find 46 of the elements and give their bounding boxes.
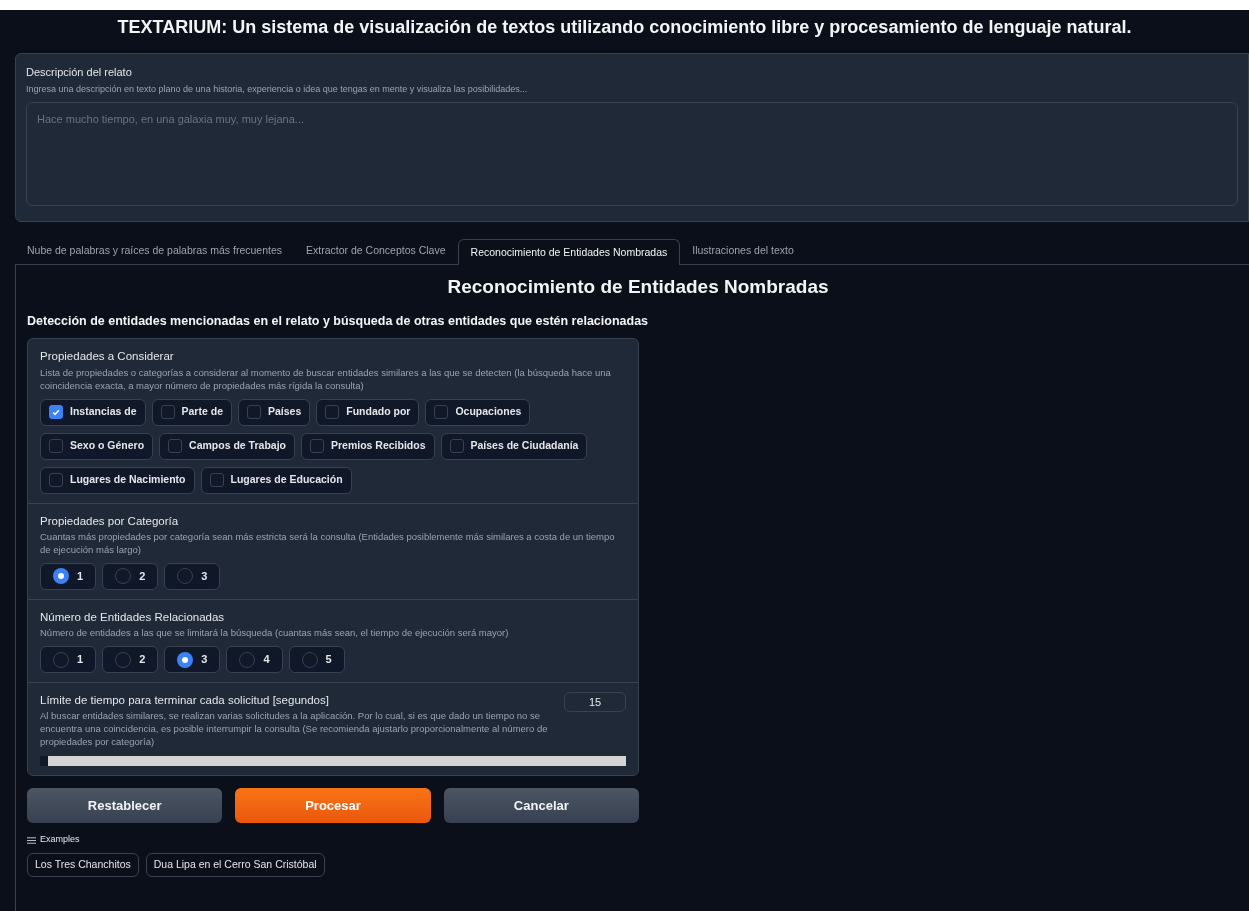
checkbox-option[interactable]: Campos de Trabajo [159,432,295,460]
action-button[interactable]: Cancelar [443,788,639,824]
radio-option[interactable]: 3 [164,562,221,590]
radio-option[interactable]: 3 [164,646,221,673]
description-field[interactable]: Hace mucho tiempo, en una galaxia muy, muy lejana... [26,102,1238,206]
tab[interactable]: Extractor de Conceptos Clave [294,238,458,264]
tab[interactable]: Nube de palabras y raíces de palabras más frecuentes [15,238,295,264]
checkbox-option[interactable]: Lugares de Nacimiento [40,466,195,494]
radio-option[interactable]: 2 [102,562,159,590]
radio-option[interactable]: 5 [288,646,345,673]
page-title: TEXTARIUM: Un sistema de visualización de textos utilizando conocimiento libre y procesamiento de lenguaje natural. [116,16,1133,39]
field-info: Al buscar entidades similares, se realizan varias solicitudes a la aplicación. Por lo cual, si es que dado un tiempo no se encuentra una coincidencia, es posible interrumpir la consulta (Se recomienda ajustarlo proporcionalmente al número de propiedades por categoría) [40,709,548,749]
tab[interactable]: Ilustraciones del texto [680,238,806,264]
field-label: Número de Entidades Relacionadas [40,609,226,625]
example-chip[interactable]: Los Tres Chanchitos [27,852,139,877]
checkbox-option[interactable]: Ocupaciones [425,398,531,426]
checkbox-option[interactable]: Países [237,398,311,426]
tab[interactable]: Reconocimiento de Entidades Nombradas [457,239,681,265]
checkbox-option[interactable]: Lugares de Educación [200,466,352,494]
action-button[interactable]: Restablecer [27,788,223,824]
field-label: Límite de tiempo para terminar cada solicitud [segundos] [40,693,330,708]
panel-subheading: Detección de entidades mencionadas en el relato y búsqueda de otras entidades que estén relacionadas [27,312,650,330]
field-info: Ingresa una descripción en texto plano de una historia, experiencia o idea que tengas en mente y visualiza las posibilidades... [26,82,529,96]
field-label: Propiedades a Considerar [40,349,175,365]
checkbox-option[interactable]: Sexo o Género [40,432,154,460]
example-chip[interactable]: Dua Lipa en el Cerro San Cristóbal [145,852,325,877]
field-label: Propiedades por Categoría [40,513,180,529]
radio-option[interactable]: 4 [226,646,283,673]
checkbox-option[interactable]: Premios Recibidos [300,432,435,460]
field-label: Descripción del relato [26,65,133,80]
field-info: Lista de propiedades o categorías a considerar al momento de buscar entidades similares a las que se detecten (la búsqueda hace una coincidencia exacta, a mayor número de propiedades más rígida la consulta) [40,365,612,392]
radio-option[interactable]: 2 [102,646,159,673]
panel-heading: Reconocimiento de Entidades Nombradas [446,275,830,299]
number-field[interactable]: 15 [564,692,626,712]
examples-label: Examples [40,833,80,847]
list-icon [27,835,36,845]
checkbox-option[interactable]: Países de Ciudadanía [440,432,588,460]
checkbox-option[interactable]: Parte de [151,398,232,426]
slider-thumb[interactable] [40,756,48,767]
field-info: Número de entidades a las que se limitará la búsqueda (cuantas más sean, el tiempo de ejecución será mayor) [40,626,510,639]
radio-option[interactable]: 1 [40,646,97,673]
radio-option[interactable]: 1 [40,562,97,590]
slider[interactable] [40,756,626,767]
checkbox-option[interactable]: Instancias de [40,398,146,426]
checkbox-option[interactable]: Fundado por [316,398,420,426]
field-info: Cuantas más propiedades por categoría sean más estricta será la consulta (Entidades posiblemente más similares a costa de un tiempo de ejecución más largo) [40,529,616,556]
